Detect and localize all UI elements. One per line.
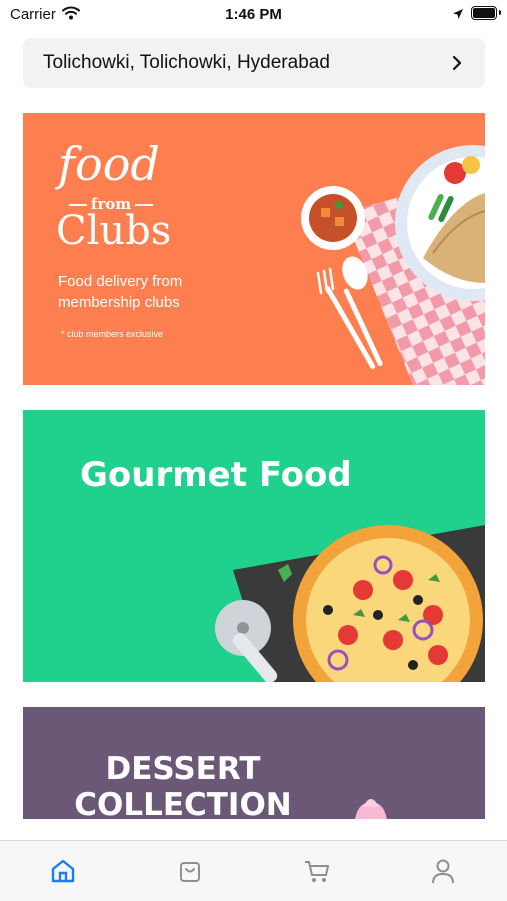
location-arrow-icon [452, 7, 464, 25]
clubs-logo-clubs: Clubs [56, 208, 172, 254]
clubs-tagline: Food delivery from membership clubs [58, 273, 183, 311]
dessert-illustration [355, 799, 387, 819]
status-bar: Carrier 1:46 PM [0, 0, 507, 30]
dessert-title-line1: DESSERT [105, 751, 261, 787]
tab-profile[interactable] [427, 855, 459, 887]
tab-shop[interactable] [174, 855, 206, 887]
food-from-clubs-banner[interactable]: food from Clubs Food delivery from membe… [23, 113, 485, 385]
chevron-right-icon [449, 55, 465, 71]
gourmet-food-banner[interactable]: Gourmet Food [23, 410, 485, 682]
dessert-title: DESSERT COLLECTION [23, 751, 343, 819]
tab-bar [0, 840, 507, 901]
location-selector[interactable]: Tolichowki, Tolichowki, Hyderabad [23, 38, 485, 88]
user-icon [432, 859, 454, 884]
home-icon [51, 859, 75, 883]
clubs-logo-food: food [58, 137, 160, 191]
clubs-note: * club members exclusive [61, 329, 164, 339]
battery-icon [471, 6, 501, 20]
gourmet-title: Gourmet Food [80, 455, 352, 495]
dessert-title-line2: COLLECTION [74, 787, 292, 819]
dessert-collection-banner[interactable]: DESSERT COLLECTION [23, 707, 485, 819]
tab-home[interactable] [47, 855, 79, 887]
gourmet-pizza-illustration [215, 525, 485, 682]
location-address: Tolichowki, Tolichowki, Hyderabad [43, 52, 330, 73]
tab-cart[interactable] [301, 855, 333, 887]
clubs-food-illustration [301, 145, 485, 385]
bag-icon [180, 862, 200, 882]
cart-icon [305, 861, 329, 882]
status-time: 1:46 PM [225, 6, 282, 23]
